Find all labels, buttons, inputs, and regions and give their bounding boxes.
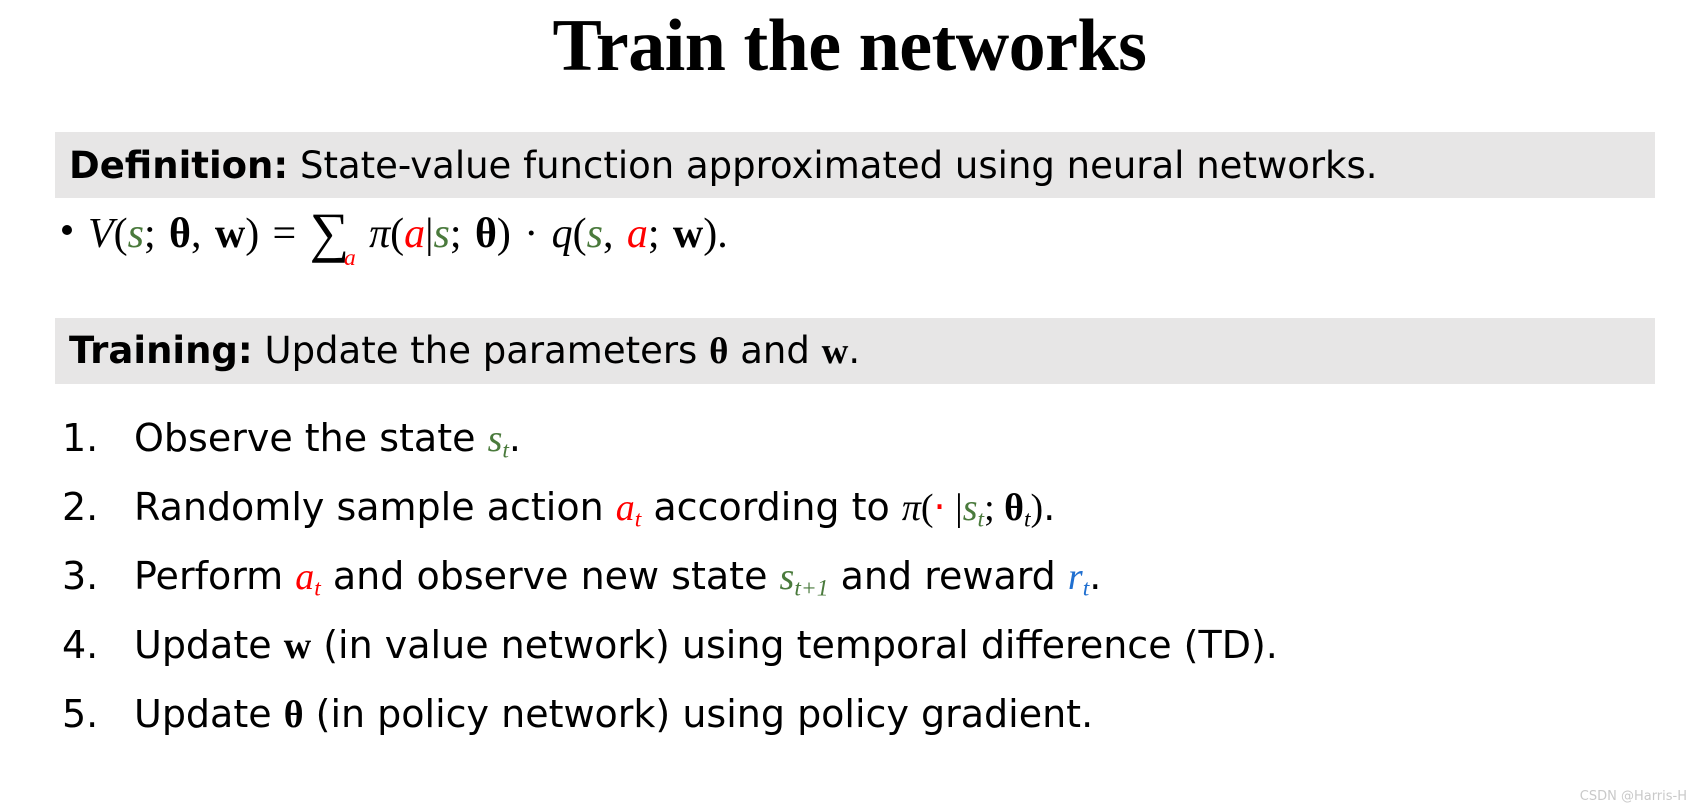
formula-state-s1: s bbox=[127, 211, 145, 258]
step3-pre: Perform bbox=[134, 554, 296, 598]
training-w: w bbox=[821, 331, 849, 372]
step2-post: . bbox=[1043, 485, 1056, 529]
step2-theta: θ bbox=[1004, 487, 1024, 529]
formula-comma-2: , bbox=[602, 211, 614, 258]
step3-post: . bbox=[1089, 554, 1102, 598]
formula-semicolon-2: ; bbox=[449, 211, 462, 258]
step-number: 1. bbox=[62, 416, 99, 460]
step-number: 5. bbox=[62, 692, 99, 736]
step2-pre: Randomly sample action bbox=[134, 485, 616, 529]
formula-action-a1: a bbox=[404, 211, 426, 258]
formula-close-paren-2: ) bbox=[496, 211, 511, 258]
definition-banner: Definition: State-value function approxi… bbox=[55, 132, 1655, 198]
definition-formula: V(s; θ, w) = ∑a π(a|s; θ) · q(s, a; w). bbox=[62, 205, 728, 270]
step-number: 3. bbox=[62, 554, 99, 598]
formula-theta-2: θ bbox=[474, 211, 497, 258]
step3-state-subscript: t+1 bbox=[794, 575, 829, 602]
step2-open-paren: ( bbox=[920, 487, 934, 529]
step2-mid: according to bbox=[641, 485, 902, 529]
definition-banner-text: Definition: State-value function approxi… bbox=[69, 147, 1378, 184]
step1-pre: Observe the state bbox=[134, 416, 488, 460]
step2-pi: π bbox=[901, 487, 921, 529]
step2-state-var: s bbox=[962, 487, 978, 529]
training-spacer bbox=[253, 329, 265, 372]
step5-post: (in policy network) using policy gradien… bbox=[303, 692, 1094, 736]
formula-close-paren-3: ) bbox=[703, 211, 718, 258]
formula-state-s2: s bbox=[433, 211, 450, 258]
formula-open-paren-2: ( bbox=[390, 211, 405, 258]
formula-open-paren-3: ( bbox=[572, 211, 587, 258]
bullet-dot-icon bbox=[62, 224, 72, 235]
watermark: CSDN @Harris-H bbox=[1579, 789, 1687, 804]
definition-spacer bbox=[288, 144, 300, 187]
formula-action-a2: a bbox=[626, 211, 648, 258]
training-theta: θ bbox=[709, 331, 729, 372]
formula-cdot: · bbox=[524, 211, 539, 258]
formula-close-paren-1: ) bbox=[245, 211, 260, 258]
training-text-middle: and bbox=[728, 329, 822, 372]
list-item: 1. Observe the state st. bbox=[62, 404, 1642, 473]
list-item: 4. Update w (in value network) using tem… bbox=[62, 611, 1642, 680]
step3-state-var: s bbox=[779, 556, 795, 598]
training-steps-list: 1. Observe the state st. 2. Randomly sam… bbox=[62, 404, 1642, 749]
step2-action-var: a bbox=[615, 487, 635, 529]
definition-label: Definition: bbox=[69, 143, 289, 187]
formula-semicolon-1: ; bbox=[144, 211, 156, 258]
formula-pi: π bbox=[369, 211, 391, 258]
formula-w-1: w bbox=[214, 211, 246, 258]
formula-period: . bbox=[717, 211, 728, 258]
step1-post: . bbox=[508, 416, 521, 460]
formula-open-paren-1: ( bbox=[113, 211, 128, 258]
training-text-after: . bbox=[848, 329, 861, 372]
step3-action-var: a bbox=[295, 556, 315, 598]
step4-post: (in value network) using temporal differ… bbox=[311, 623, 1278, 667]
step-text: Update w (in value network) using tempor… bbox=[134, 611, 1278, 681]
formula-w-2: w bbox=[672, 211, 704, 258]
step5-theta-var: θ bbox=[283, 694, 304, 736]
formula-state-s3: s bbox=[586, 211, 603, 258]
step1-state-var: s bbox=[487, 418, 503, 460]
step4-w-var: w bbox=[283, 625, 312, 667]
step2-semicolon: ; bbox=[984, 487, 1005, 529]
slide-canvas: Train the networks Definition: State-val… bbox=[0, 0, 1699, 810]
step4-pre: Update bbox=[134, 623, 284, 667]
page-title: Train the networks bbox=[552, 5, 1147, 87]
training-banner-text: Training: Update the parameters θ and w. bbox=[69, 332, 860, 370]
step-number: 4. bbox=[62, 623, 99, 667]
formula-comma-1: , bbox=[190, 211, 202, 258]
step3-mid2: and reward bbox=[828, 554, 1068, 598]
formula-q: q bbox=[551, 211, 573, 258]
formula-conditional-bar: | bbox=[425, 211, 434, 258]
training-label: Training: bbox=[69, 329, 253, 372]
step5-pre: Update bbox=[134, 692, 284, 736]
step-text: Update θ (in policy network) using polic… bbox=[134, 680, 1093, 750]
list-item: 3. Perform at and observe new state st+1… bbox=[62, 542, 1642, 611]
step-number: 2. bbox=[62, 485, 99, 529]
training-banner: Training: Update the parameters θ and w. bbox=[55, 318, 1655, 384]
formula-V: V bbox=[88, 211, 114, 258]
formula-semicolon-3: ; bbox=[647, 211, 660, 258]
list-item: 5. Update θ (in policy network) using po… bbox=[62, 680, 1642, 749]
definition-text: State-value function approximated using … bbox=[299, 143, 1378, 187]
step2-close-paren: ) bbox=[1030, 487, 1044, 529]
formula-equals: = bbox=[272, 211, 297, 258]
step2-dot: · bbox=[933, 485, 946, 529]
formula-theta-1: θ bbox=[169, 211, 191, 258]
step3-reward-var: r bbox=[1067, 556, 1083, 598]
training-text-before: Update the parameters bbox=[264, 329, 710, 372]
step3-mid: and observe new state bbox=[320, 554, 780, 598]
formula-sum-subscript: a bbox=[343, 244, 356, 271]
step2-conditional-bar: | bbox=[945, 487, 963, 529]
list-item: 2. Randomly sample action at according t… bbox=[62, 473, 1642, 542]
